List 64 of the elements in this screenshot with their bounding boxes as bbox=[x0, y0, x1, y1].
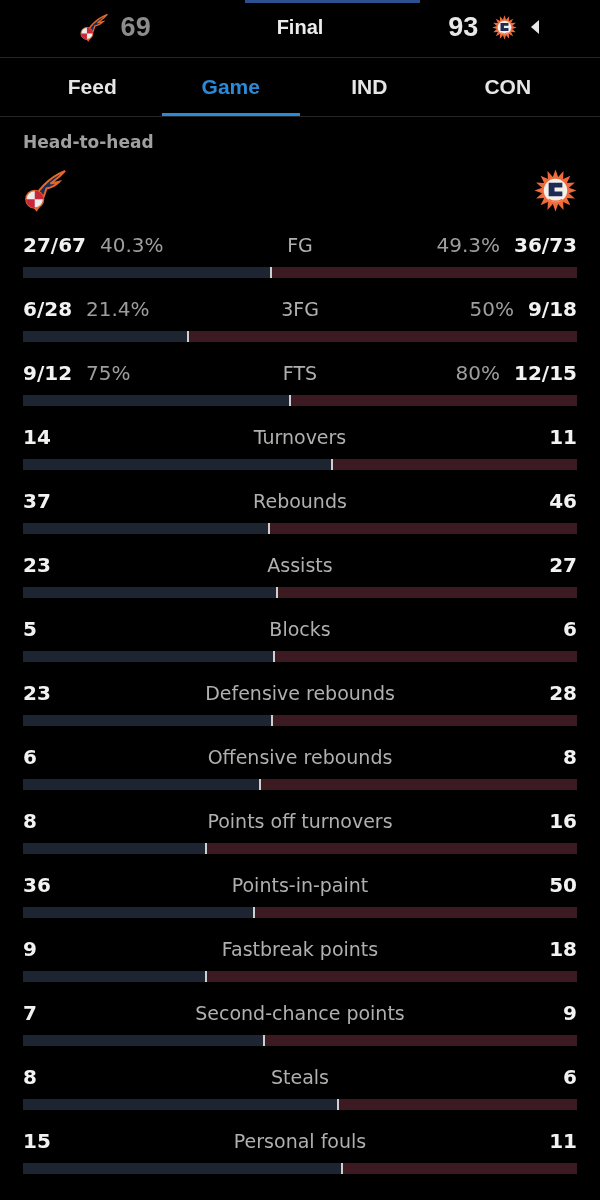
sun-logo-icon bbox=[492, 14, 518, 40]
tab[interactable]: Game bbox=[161, 58, 300, 116]
home-value: 37 bbox=[23, 488, 51, 515]
game-status: Final bbox=[276, 15, 324, 39]
away-value: 27 bbox=[549, 552, 577, 579]
tab[interactable]: CON bbox=[438, 58, 577, 116]
away-value: 8 bbox=[563, 744, 577, 771]
away-value: 6 bbox=[563, 616, 577, 643]
stat-label: Blocks bbox=[268, 617, 332, 642]
away-value: 12/15 bbox=[514, 360, 577, 387]
stat-label: FTS bbox=[281, 361, 319, 386]
home-value: 23 bbox=[23, 680, 51, 707]
stat-label: FG bbox=[286, 233, 314, 258]
away-value: 11 bbox=[549, 1128, 577, 1155]
stat-label: Points off turnovers bbox=[206, 809, 394, 834]
away-value: 50 bbox=[549, 872, 577, 899]
home-value: 6/28 bbox=[23, 296, 73, 323]
home-value: 14 bbox=[23, 424, 51, 451]
home-value: 15 bbox=[23, 1128, 51, 1155]
away-value: 46 bbox=[549, 488, 577, 515]
home-value: 5 bbox=[23, 616, 37, 643]
home-value: 6 bbox=[23, 744, 37, 771]
home-value: 8 bbox=[23, 808, 37, 835]
away-value: 28 bbox=[549, 680, 577, 707]
home-percentage: 40.3% bbox=[99, 232, 164, 259]
flaming-basketball-icon bbox=[78, 12, 108, 42]
stat-label: Turnovers bbox=[252, 425, 348, 450]
stat-label: Personal fouls bbox=[232, 1129, 368, 1154]
stat-label: Rebounds bbox=[252, 489, 348, 514]
away-percentage: 80% bbox=[455, 360, 501, 387]
tab[interactable]: IND bbox=[300, 58, 439, 116]
home-value: 8 bbox=[23, 1064, 37, 1091]
stat-label: Second-chance points bbox=[194, 1001, 406, 1026]
flaming-basketball-icon bbox=[23, 169, 66, 212]
stat-label: 3FG bbox=[280, 297, 320, 322]
stat-label: Fastbreak points bbox=[220, 937, 380, 962]
away-value: 16 bbox=[549, 808, 577, 835]
stat-label: Points-in-paint bbox=[230, 873, 370, 898]
home-value: 7 bbox=[23, 1000, 37, 1027]
team-score: 93 bbox=[448, 12, 479, 42]
away-value: 9 bbox=[563, 1000, 577, 1027]
away-percentage: 50% bbox=[469, 296, 514, 323]
away-value: 18 bbox=[549, 936, 577, 963]
away-value: 9/18 bbox=[527, 296, 577, 323]
home-value: 27/67 bbox=[23, 232, 86, 259]
section-title: Head-to-head bbox=[23, 131, 155, 154]
home-value: 23 bbox=[23, 552, 51, 579]
home-value: 36 bbox=[23, 872, 51, 899]
away-percentage: 49.3% bbox=[436, 232, 501, 259]
sun-logo-icon bbox=[534, 169, 577, 212]
away-value: 6 bbox=[563, 1064, 577, 1091]
away-value: 11 bbox=[549, 424, 577, 451]
stat-label: Steals bbox=[270, 1065, 330, 1090]
home-value: 9 bbox=[23, 936, 37, 963]
tab[interactable]: Feed bbox=[23, 58, 162, 116]
home-percentage: 75% bbox=[86, 360, 131, 387]
stat-label: Offensive rebounds bbox=[206, 745, 394, 770]
away-value: 36/73 bbox=[514, 232, 577, 259]
stat-label: Assists bbox=[266, 553, 334, 578]
team-score: 69 bbox=[120, 12, 151, 42]
caret-left-icon bbox=[531, 20, 540, 34]
home-percentage: 21.4% bbox=[86, 296, 150, 323]
home-value: 9/12 bbox=[23, 360, 73, 387]
stat-label: Defensive rebounds bbox=[204, 681, 396, 706]
